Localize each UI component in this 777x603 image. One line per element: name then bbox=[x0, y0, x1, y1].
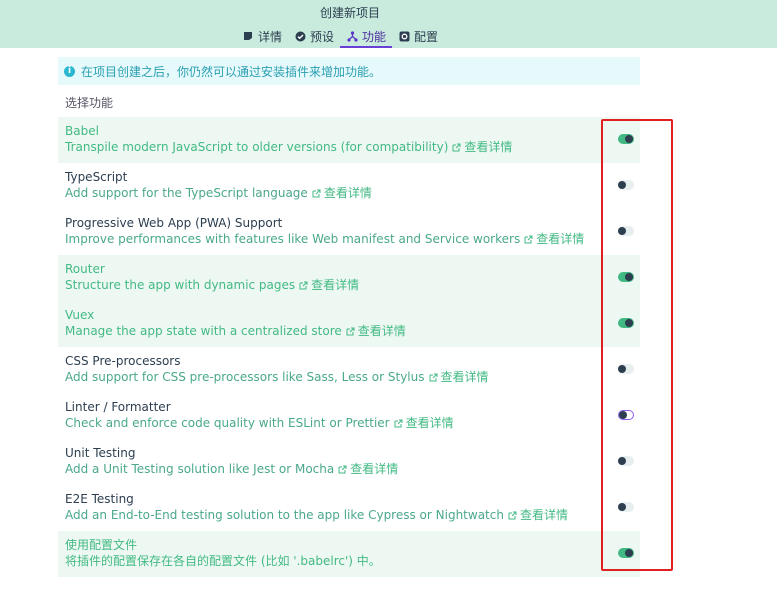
fork-icon bbox=[346, 30, 358, 42]
more-info-link[interactable]: 查看详情 bbox=[536, 232, 584, 246]
external-link-icon bbox=[524, 232, 533, 244]
more-info-link[interactable]: 查看详情 bbox=[406, 416, 454, 430]
info-text: 在项目创建之后，你仍然可以通过安装插件来增加功能。 bbox=[81, 64, 382, 79]
feature-description-text: Add a Unit Testing solution like Jest or… bbox=[65, 462, 335, 476]
external-link-icon bbox=[508, 508, 517, 520]
tab-features[interactable]: 功能 bbox=[340, 26, 393, 48]
more-info-link[interactable]: 查看详情 bbox=[464, 140, 512, 154]
feature-description: 将插件的配置保存在各自的配置文件 (比如 '.babelrc') 中。 bbox=[65, 553, 640, 569]
feature-description-text: Improve performances with features like … bbox=[65, 232, 521, 246]
page-title: 创建新项目 bbox=[319, 6, 380, 20]
check-circle-icon bbox=[294, 30, 306, 42]
feature-toggle[interactable] bbox=[618, 410, 634, 420]
feature-toggle[interactable] bbox=[618, 134, 634, 144]
external-link-icon bbox=[346, 324, 355, 336]
toggle-knob bbox=[625, 319, 633, 327]
feature-name: Progressive Web App (PWA) Support bbox=[65, 216, 283, 230]
more-info-link[interactable]: 查看详情 bbox=[350, 462, 398, 476]
tab-bar: 详情 预设 功能 配置 bbox=[236, 26, 444, 48]
feature-row[interactable]: Babel Transpile modern JavaScript to olde… bbox=[58, 117, 640, 163]
feature-toggle[interactable] bbox=[618, 364, 634, 374]
feature-row[interactable]: Vuex Manage the app state with a centrali… bbox=[58, 301, 640, 347]
feature-row[interactable]: Unit Testing Add a Unit Testing solution … bbox=[58, 439, 640, 485]
tab-config[interactable]: 配置 bbox=[392, 26, 444, 46]
external-link-icon bbox=[299, 278, 308, 290]
external-link-icon bbox=[338, 462, 347, 474]
more-info-link[interactable]: 查看详情 bbox=[324, 186, 372, 200]
feature-name: Babel bbox=[65, 124, 99, 138]
feature-toggle[interactable] bbox=[618, 318, 634, 328]
feature-description: Add a Unit Testing solution like Jest or… bbox=[65, 461, 640, 477]
feature-description-text: 将插件的配置保存在各自的配置文件 (比如 '.babelrc') 中。 bbox=[65, 554, 381, 568]
feature-name: 使用配置文件 bbox=[65, 538, 138, 552]
tab-config-label: 配置 bbox=[414, 29, 439, 44]
feature-description: Structure the app with dynamic pages 查看详情 bbox=[65, 277, 640, 293]
toggle-knob bbox=[625, 549, 633, 557]
feature-list: Babel Transpile modern JavaScript to olde… bbox=[58, 117, 640, 577]
toggle-knob bbox=[625, 273, 633, 281]
header: 创建新项目 详情 预设 功能 配置 bbox=[0, 0, 777, 48]
external-link-icon bbox=[312, 186, 321, 198]
feature-row[interactable]: Progressive Web App (PWA) Support Improve… bbox=[58, 209, 640, 255]
feature-row[interactable]: CSS Pre-processors Add support for CSS pr… bbox=[58, 347, 640, 393]
feature-description: Add support for CSS pre-processors like … bbox=[65, 369, 640, 385]
feature-description-text: Structure the app with dynamic pages bbox=[65, 278, 296, 292]
feature-toggle[interactable] bbox=[618, 180, 634, 190]
feature-toggle[interactable] bbox=[618, 272, 634, 282]
info-banner: i 在项目创建之后，你仍然可以通过安装插件来增加功能。 bbox=[58, 57, 640, 85]
tab-details[interactable]: 详情 bbox=[236, 26, 288, 46]
external-link-icon bbox=[452, 140, 461, 152]
feature-name: Vuex bbox=[65, 308, 95, 322]
feature-description: Add support for the TypeScript language 查… bbox=[65, 185, 640, 201]
feature-toggle[interactable] bbox=[618, 502, 634, 512]
list-icon bbox=[242, 30, 254, 42]
feature-row[interactable]: Router Structure the app with dynamic pag… bbox=[58, 255, 640, 301]
more-info-link[interactable]: 查看详情 bbox=[520, 508, 568, 522]
feature-name: Unit Testing bbox=[65, 446, 136, 460]
toggle-knob bbox=[625, 135, 633, 143]
feature-row[interactable]: TypeScript Add support for the TypeScript… bbox=[58, 163, 640, 209]
feature-description-text: Manage the app state with a centralized … bbox=[65, 324, 342, 338]
feature-toggle[interactable] bbox=[618, 226, 634, 236]
feature-toggle[interactable] bbox=[618, 548, 634, 558]
tab-features-label: 功能 bbox=[362, 29, 387, 44]
feature-name: E2E Testing bbox=[65, 492, 134, 506]
external-link-icon bbox=[429, 370, 438, 382]
tab-presets[interactable]: 预设 bbox=[288, 26, 340, 46]
toggle-knob bbox=[618, 227, 626, 235]
toggle-knob bbox=[618, 181, 626, 189]
feature-name: Router bbox=[65, 262, 105, 276]
toggle-knob bbox=[618, 365, 626, 373]
feature-description-text: Add support for CSS pre-processors like … bbox=[65, 370, 425, 384]
feature-description: Add an End-to-End testing solution to th… bbox=[65, 507, 640, 523]
feature-description-text: Check and enforce code quality with ESLi… bbox=[65, 416, 390, 430]
settings-icon bbox=[398, 30, 410, 42]
feature-name: CSS Pre-processors bbox=[65, 354, 181, 368]
feature-name: TypeScript bbox=[65, 170, 128, 184]
feature-description-text: Add an End-to-End testing solution to th… bbox=[65, 508, 504, 522]
external-link-icon bbox=[394, 416, 403, 428]
feature-toggle[interactable] bbox=[618, 456, 634, 466]
toggle-knob bbox=[619, 411, 627, 419]
info-icon: i bbox=[64, 65, 75, 77]
feature-row[interactable]: Linter / Formatter Check and enforce code… bbox=[58, 393, 640, 439]
section-label: 选择功能 bbox=[65, 96, 114, 110]
toggle-knob bbox=[618, 503, 626, 511]
toggle-knob bbox=[618, 457, 626, 465]
feature-name: Linter / Formatter bbox=[65, 400, 171, 414]
feature-row[interactable]: 使用配置文件将插件的配置保存在各自的配置文件 (比如 '.babelrc') 中… bbox=[58, 531, 640, 577]
feature-description-text: Add support for the TypeScript language bbox=[65, 186, 308, 200]
feature-description: Manage the app state with a centralized … bbox=[65, 323, 640, 339]
tab-presets-label: 预设 bbox=[310, 29, 335, 44]
feature-row[interactable]: E2E Testing Add an End-to-End testing sol… bbox=[58, 485, 640, 531]
more-info-link[interactable]: 查看详情 bbox=[441, 370, 489, 384]
feature-description: Improve performances with features like … bbox=[65, 231, 640, 247]
feature-description-text: Transpile modern JavaScript to older ver… bbox=[65, 140, 449, 154]
more-info-link[interactable]: 查看详情 bbox=[358, 324, 406, 338]
feature-description: Transpile modern JavaScript to older ver… bbox=[65, 139, 640, 155]
tab-details-label: 详情 bbox=[258, 29, 283, 44]
more-info-link[interactable]: 查看详情 bbox=[311, 278, 359, 292]
feature-description: Check and enforce code quality with ESLi… bbox=[65, 415, 640, 431]
